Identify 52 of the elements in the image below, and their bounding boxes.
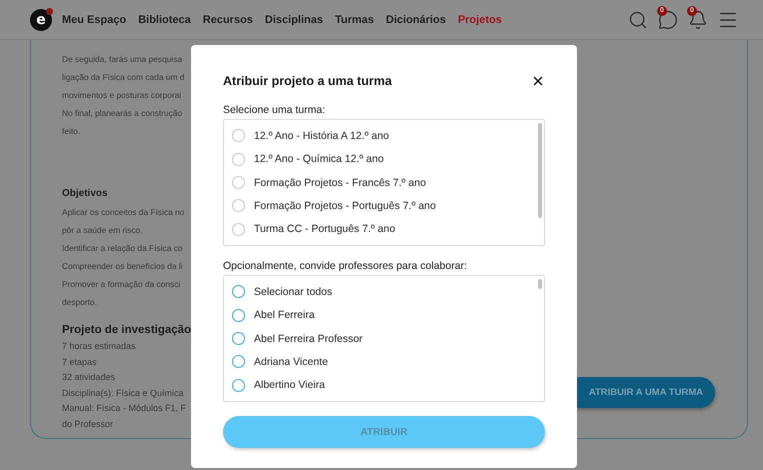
objective-text: Promover a formação da consci [62, 278, 182, 291]
scrollbar-thumb[interactable] [538, 123, 542, 218]
description-text: movimentos e posturas corporai [62, 89, 182, 102]
objectives-heading: Objetivos [62, 187, 109, 201]
project-detail-text: do Professor [62, 418, 114, 430]
radio-button[interactable] [232, 176, 245, 190]
checkbox[interactable] [232, 308, 245, 322]
class-option[interactable]: Formação Projetos - Português 7.º ano [232, 194, 536, 218]
description-text: feito. [62, 125, 82, 138]
class-option[interactable]: 12.º Ano - Química 12.º ano [232, 147, 536, 171]
class-option[interactable]: Formação Projetos - Francês 7.º ano [232, 170, 536, 194]
class-label: Selecione uma turma: [223, 104, 326, 116]
objective-text: pôr a saúde em risco. [62, 224, 144, 237]
teachers-label: Opcionalmente, convide professores para colaborar: [223, 260, 468, 272]
project-detail-text: Disciplina(s): Física e Química [62, 386, 185, 400]
project-detail-text: Manual: Física - Módulos F1, F [62, 402, 188, 415]
nav-link[interactable]: Biblioteca [138, 14, 191, 26]
teacher-option[interactable]: Albertino Vieira [232, 374, 536, 398]
nav-link[interactable]: Disciplinas [264, 14, 323, 26]
checkbox[interactable] [232, 332, 245, 346]
project-type-heading: Projeto de investigação [62, 323, 190, 338]
nav-link[interactable]: Turmas [334, 14, 374, 26]
objective-text: desporto. [62, 296, 98, 309]
objective-text: Aplicar os conceitos da Física no [62, 206, 186, 219]
radio-button[interactable] [232, 129, 245, 142]
radio-button[interactable] [232, 199, 245, 212]
project-detail-text: 32 atividades [62, 371, 116, 384]
objective-text: Identificar a relação da Física co [62, 242, 184, 255]
checkbox[interactable] [232, 378, 245, 392]
radio-button[interactable] [232, 222, 245, 236]
description-text: De seguida, farás uma pesquisa [62, 53, 184, 66]
teacher-option[interactable]: Selecionar todos [232, 280, 536, 304]
description-text: ligação da Física com cada um d [62, 71, 186, 84]
class-option[interactable]: 12.º Ano - História A 12.º ano [232, 124, 536, 148]
project-detail-text: 7 horas estimadas [62, 340, 137, 353]
objective-text: Compreender os benefícios da li [62, 260, 184, 273]
description-text: No final, planearás a construção [62, 107, 184, 120]
checkbox[interactable] [232, 355, 245, 368]
close-icon[interactable] [531, 74, 545, 88]
dialog-title: Atribuir projeto a uma turma [223, 74, 392, 88]
nav-link[interactable]: Dicionários [386, 14, 446, 26]
scrollbar-thumb[interactable] [538, 279, 542, 289]
nav-link[interactable]: Meu Espaço [62, 14, 126, 26]
teacher-option[interactable]: Abel Ferreira Professor [232, 326, 536, 350]
logo[interactable]: e [30, 8, 52, 30]
radio-button[interactable] [232, 152, 245, 166]
teacher-option[interactable]: Abel Ferreira [232, 303, 536, 327]
nav-link[interactable]: Recursos [202, 14, 253, 26]
teacher-option[interactable]: Adriana Vicente [232, 350, 536, 374]
class-option[interactable]: Turma CC - Português 7.º ano [232, 218, 536, 242]
checkbox[interactable] [232, 285, 245, 298]
project-detail-text: 7 etapas [62, 356, 98, 369]
